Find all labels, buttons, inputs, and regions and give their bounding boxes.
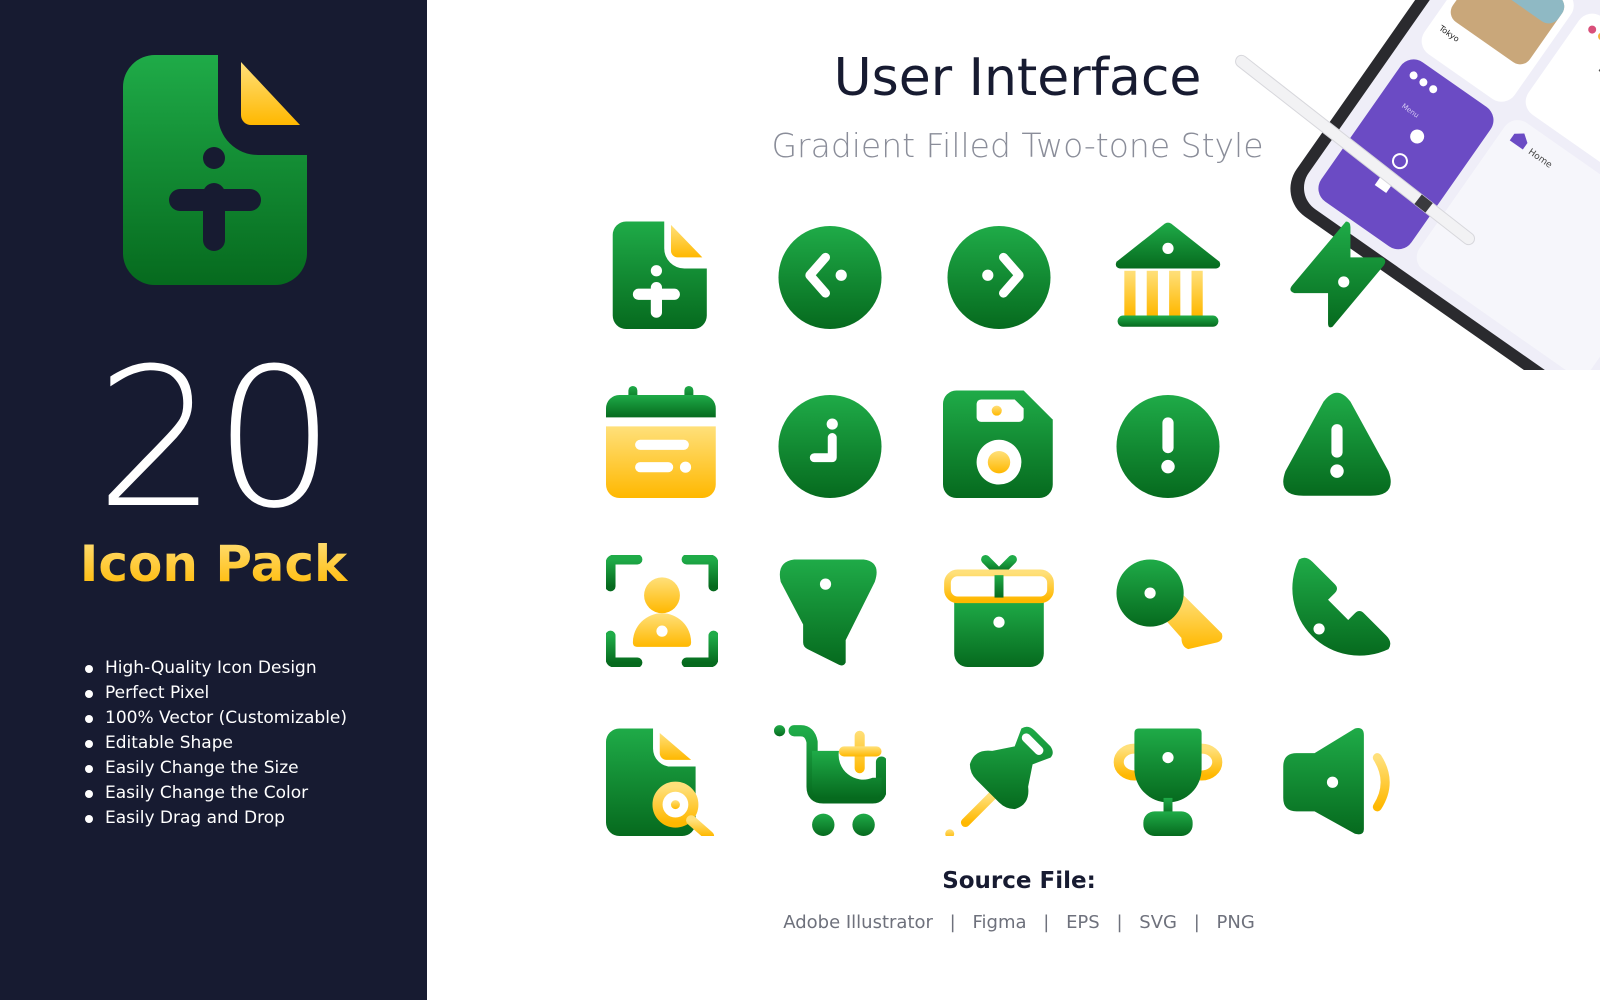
- icon-cell: [1112, 386, 1224, 498]
- face-scan-icon: [606, 555, 718, 667]
- arrow-left-circle-icon: [778, 225, 882, 329]
- icon-cell: [943, 386, 1055, 498]
- icon-cell: [1112, 555, 1224, 667]
- save-disk-icon: [943, 390, 1053, 498]
- format-separator: |: [1193, 912, 1200, 933]
- icon-cell: [1112, 724, 1224, 836]
- icon-cell: [774, 217, 886, 329]
- format-item: Figma: [972, 912, 1027, 933]
- pack-label: Icon Pack: [0, 536, 427, 592]
- lightning-icon: [1290, 221, 1386, 328]
- format-item: SVG: [1139, 912, 1177, 933]
- icon-cell: [943, 217, 1055, 329]
- icon-cell: [606, 724, 718, 836]
- gift-icon: [944, 555, 1054, 667]
- icon-cell: [606, 555, 718, 667]
- source-file-title: Source File:: [942, 868, 1096, 894]
- pin-icon: [945, 726, 1053, 836]
- feature-item: High-Quality Icon Design: [85, 656, 347, 681]
- feature-item: Perfect Pixel: [85, 681, 347, 706]
- feature-item: Easily Change the Size: [85, 756, 347, 781]
- icon-count: 20: [95, 328, 335, 551]
- arrow-right-circle-icon: [947, 225, 1051, 329]
- format-separator: |: [1043, 912, 1050, 933]
- icon-cell: [1281, 724, 1393, 836]
- icon-cell: [1112, 217, 1224, 329]
- volume-icon: [1283, 728, 1390, 835]
- icon-cell: [943, 555, 1055, 667]
- file-add-icon: [612, 221, 707, 329]
- feature-item: Editable Shape: [85, 731, 347, 756]
- format-item: EPS: [1066, 912, 1100, 933]
- file-search-icon: [606, 728, 715, 836]
- feature-item: Easily Change the Color: [85, 781, 347, 806]
- icon-cell: [943, 724, 1055, 836]
- icon-cell: [774, 555, 886, 667]
- cart-add-icon: [774, 725, 886, 836]
- left-panel: 20 Icon Pack High-Quality Icon Design Pe…: [0, 0, 427, 1000]
- icon-cell: [1281, 217, 1393, 329]
- format-separator: |: [1116, 912, 1123, 933]
- clock-icon: [778, 394, 882, 498]
- filter-icon: [779, 559, 877, 666]
- bank-icon: [1115, 222, 1221, 327]
- format-item: Adobe Illustrator: [783, 912, 933, 933]
- format-list: Adobe Illustrator | Figma | EPS | SVG | …: [740, 910, 1298, 936]
- key-icon: [1116, 559, 1223, 650]
- icon-cell: [774, 386, 886, 498]
- warning-triangle-icon: [1283, 392, 1391, 496]
- icon-cell: [606, 386, 718, 498]
- icon-cell: [774, 724, 886, 836]
- icon-cell: [1281, 555, 1393, 667]
- trophy-icon: [1113, 728, 1223, 836]
- alert-circle-icon: [1116, 394, 1220, 498]
- feature-list: High-Quality Icon Design Perfect Pixel 1…: [85, 656, 347, 831]
- feature-item: Easily Drag and Drop: [85, 806, 347, 831]
- feature-item: 100% Vector (Customizable): [85, 706, 347, 731]
- file-add-icon: [123, 55, 307, 285]
- phone-icon: [1292, 557, 1391, 656]
- format-separator: |: [949, 912, 956, 933]
- icon-cell: [1281, 386, 1393, 498]
- icon-cell: [606, 217, 718, 329]
- calendar-icon: [606, 386, 716, 498]
- format-item: PNG: [1216, 912, 1255, 933]
